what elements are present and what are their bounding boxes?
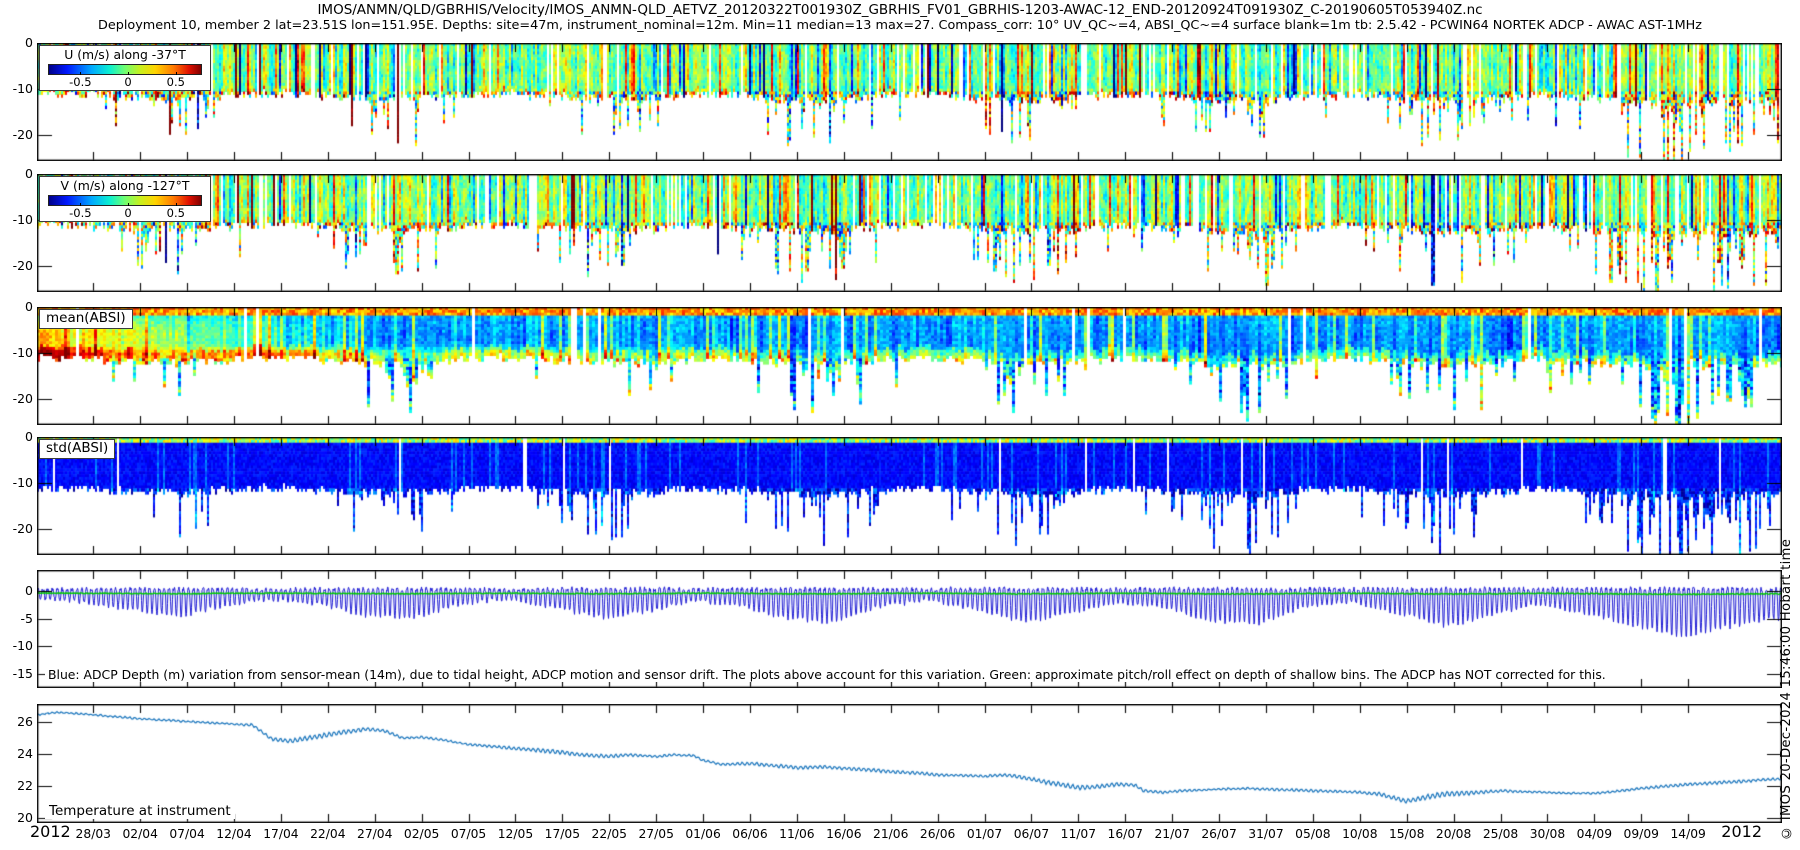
depth-annotation: Blue: ADCP Depth (m) variation from sens… [45, 667, 1609, 682]
u-velocity-heatmap [37, 43, 1782, 161]
colorbar-tick-label: 0.5 [167, 75, 185, 89]
imos-copyright-watermark: © IMOS 20-Dec-2024 15:46:00 Hobart time [1779, 498, 1796, 840]
y-tick-label: -20 [0, 392, 33, 406]
y-tick-label: -10 [0, 476, 33, 490]
std-absi-heatmap [37, 437, 1782, 555]
y-tick-label: -10 [0, 346, 33, 360]
colorbar-tick-label: -0.5 [69, 206, 91, 220]
u-colorbar-gradient [48, 64, 202, 75]
temperature-label: Temperature at instrument [45, 803, 235, 819]
y-tick-label: 0 [0, 584, 33, 598]
figure-subtitle: Deployment 10, member 2 lat=23.51S lon=1… [0, 18, 1800, 33]
colorbar-tick-label: -0.5 [69, 75, 91, 89]
panel-u-velocity: U (m/s) along -37°T -0.5 0 0.5 [37, 43, 1782, 161]
u-colorbar-ticks: -0.5 0 0.5 [48, 75, 202, 90]
v-colorbar-gradient [48, 195, 202, 206]
y-tick-label: -20 [0, 522, 33, 536]
u-colorbar-legend: U (m/s) along -37°T -0.5 0 0.5 [39, 45, 211, 91]
y-tick-label: 24 [0, 747, 33, 761]
y-tick-label: -10 [0, 213, 33, 227]
colorbar-tick-label: 0 [124, 206, 131, 220]
adcp-deployment-figure: IMOS/ANMN/QLD/GBRHIS/Velocity/IMOS_ANMN-… [0, 0, 1800, 850]
y-tick-label: -20 [0, 259, 33, 273]
y-tick-label: -20 [0, 128, 33, 142]
year-label-right: 2012 [1698, 822, 1762, 841]
panel-depth-variation: Blue: ADCP Depth (m) variation from sens… [37, 570, 1782, 688]
y-tick-label: -10 [0, 82, 33, 96]
temperature-plot [37, 704, 1782, 823]
colorbar-tick-label: 0.5 [167, 206, 185, 220]
y-tick-label: -15 [0, 667, 33, 681]
u-legend-title: U (m/s) along -37°T [40, 46, 210, 62]
panel-mean-absi: mean(ABSI) [37, 307, 1782, 425]
y-tick-label: 0 [0, 36, 33, 50]
year-label-left: 2012 [30, 822, 71, 841]
y-tick-label: 0 [0, 167, 33, 181]
v-colorbar-ticks: -0.5 0 0.5 [48, 206, 202, 221]
mean-absi-label: mean(ABSI) [39, 309, 133, 329]
y-tick-label: 22 [0, 779, 33, 793]
v-colorbar-legend: V (m/s) along -127°T -0.5 0 0.5 [39, 176, 211, 222]
mean-absi-heatmap [37, 307, 1782, 425]
panel-v-velocity: V (m/s) along -127°T -0.5 0 0.5 [37, 174, 1782, 292]
y-tick-label: -10 [0, 639, 33, 653]
y-tick-label: 20 [0, 811, 33, 825]
panel-temperature: Temperature at instrument [37, 704, 1782, 823]
panel-std-absi: std(ABSI) [37, 437, 1782, 555]
y-tick-label: -5 [0, 612, 33, 626]
figure-title: IMOS/ANMN/QLD/GBRHIS/Velocity/IMOS_ANMN-… [0, 2, 1800, 18]
y-tick-label: 26 [0, 715, 33, 729]
v-legend-title: V (m/s) along -127°T [40, 177, 210, 193]
y-tick-label: 0 [0, 300, 33, 314]
colorbar-tick-label: 0 [124, 75, 131, 89]
y-tick-label: 0 [0, 430, 33, 444]
std-absi-label: std(ABSI) [39, 439, 115, 459]
v-velocity-heatmap [37, 174, 1782, 292]
